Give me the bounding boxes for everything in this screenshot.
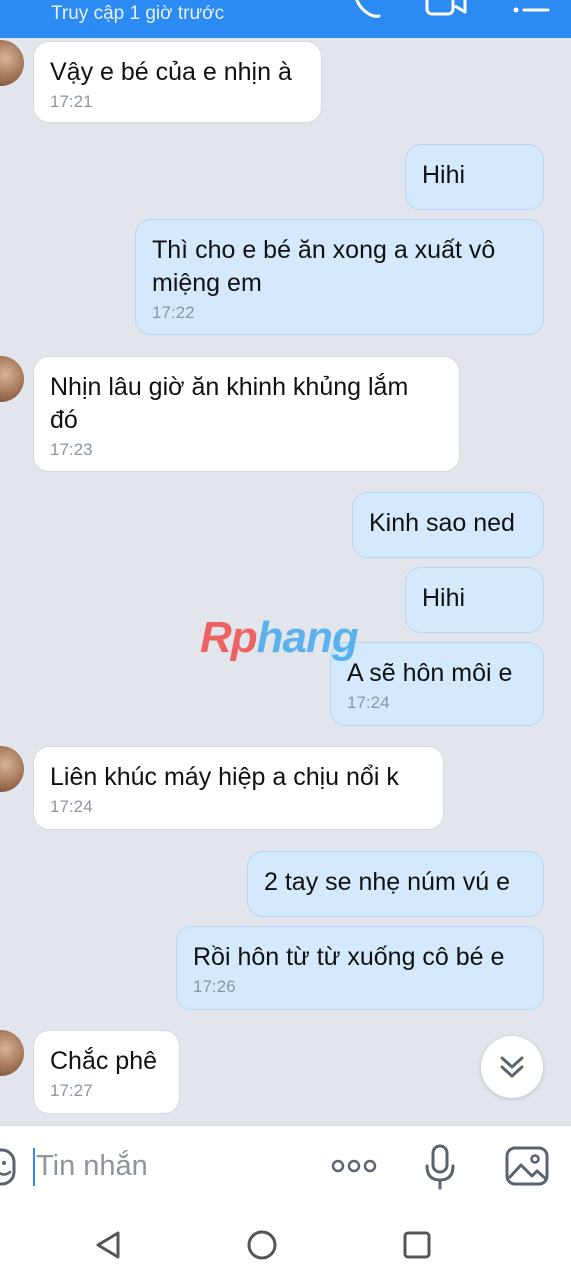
message-text: Rồi hôn từ từ xuống cô bé e	[193, 943, 505, 971]
text-caret	[33, 1148, 35, 1186]
watermark-logo: Rphang	[200, 613, 359, 662]
message-bubble-outgoing[interactable]: Rồi hôn từ từ xuống cô bé e 17:26	[176, 926, 544, 1010]
message-text: Hihi	[422, 584, 466, 612]
message-bubble-outgoing[interactable]: Hihi	[405, 144, 544, 210]
message-text: Thì cho e bé ăn xong a xuất vô miệng em	[152, 236, 496, 297]
contact-avatar[interactable]	[0, 746, 24, 792]
message-list[interactable]: Vậy e bé của e nhịn à 17:21 Hihi Thì cho…	[0, 38, 571, 1125]
contact-avatar[interactable]	[0, 1030, 24, 1076]
message-bubble-incoming[interactable]: Vậy e bé của e nhịn à 17:21	[33, 41, 322, 123]
message-bubble-outgoing[interactable]: 2 tay se nhẹ núm vú e	[247, 851, 544, 917]
message-bubble-incoming[interactable]: Chắc phê 17:27	[33, 1030, 180, 1114]
message-time: 17:21	[50, 92, 93, 111]
nav-home-icon[interactable]	[245, 1228, 279, 1262]
message-time: 17:23	[50, 440, 93, 459]
scroll-to-bottom-button[interactable]	[481, 1036, 543, 1098]
message-time: 17:24	[347, 693, 390, 712]
system-navigation-bar	[0, 1205, 571, 1280]
message-bubble-incoming[interactable]: Nhịn lâu giờ ăn khinh khủng lắm đó 17:23	[33, 356, 460, 472]
message-text: A sẽ hôn môi e	[347, 659, 513, 687]
message-time: 17:22	[152, 303, 195, 322]
sticker-icon[interactable]	[0, 1148, 18, 1186]
chat-header: Truy cập 1 giờ trước	[0, 0, 571, 38]
last-seen-status: Truy cập 1 giờ trước	[51, 3, 225, 24]
message-text: Kinh sao ned	[369, 509, 515, 537]
nav-back-icon[interactable]	[92, 1229, 124, 1261]
composer-bar: Tin nhắn	[0, 1125, 571, 1206]
nav-recent-icon[interactable]	[401, 1229, 433, 1261]
message-bubble-outgoing[interactable]: Hihi	[405, 567, 544, 633]
message-time: 17:27	[50, 1081, 93, 1100]
menu-icon[interactable]	[508, 0, 552, 22]
message-text: 2 tay se nhẹ núm vú e	[264, 868, 510, 896]
more-dots-icon[interactable]	[330, 1156, 378, 1176]
message-input[interactable]: Tin nhắn	[36, 1150, 148, 1183]
message-bubble-incoming[interactable]: Liên khúc máy hiệp a chịu nổi k 17:24	[33, 746, 444, 830]
contact-avatar[interactable]	[0, 356, 24, 402]
video-call-icon[interactable]	[424, 0, 468, 22]
message-text: Nhịn lâu giờ ăn khinh khủng lắm đó	[50, 373, 409, 434]
chevron-double-down-icon	[500, 1056, 524, 1078]
image-icon[interactable]	[505, 1146, 549, 1186]
message-text: Liên khúc máy hiệp a chịu nổi k	[50, 763, 399, 791]
message-bubble-outgoing[interactable]: A sẽ hôn môi e 17:24	[330, 642, 544, 726]
message-bubble-outgoing[interactable]: Thì cho e bé ăn xong a xuất vô miệng em …	[135, 219, 544, 335]
microphone-icon[interactable]	[424, 1144, 456, 1190]
message-text: Chắc phê	[50, 1047, 158, 1075]
message-time: 17:26	[193, 977, 236, 996]
message-bubble-outgoing[interactable]: Kinh sao ned	[352, 492, 544, 558]
phone-icon[interactable]	[348, 0, 384, 22]
message-time: 17:24	[50, 797, 93, 816]
contact-avatar[interactable]	[0, 40, 24, 86]
message-text: Hihi	[422, 161, 466, 189]
message-text: Vậy e bé của e nhịn à	[50, 58, 292, 86]
